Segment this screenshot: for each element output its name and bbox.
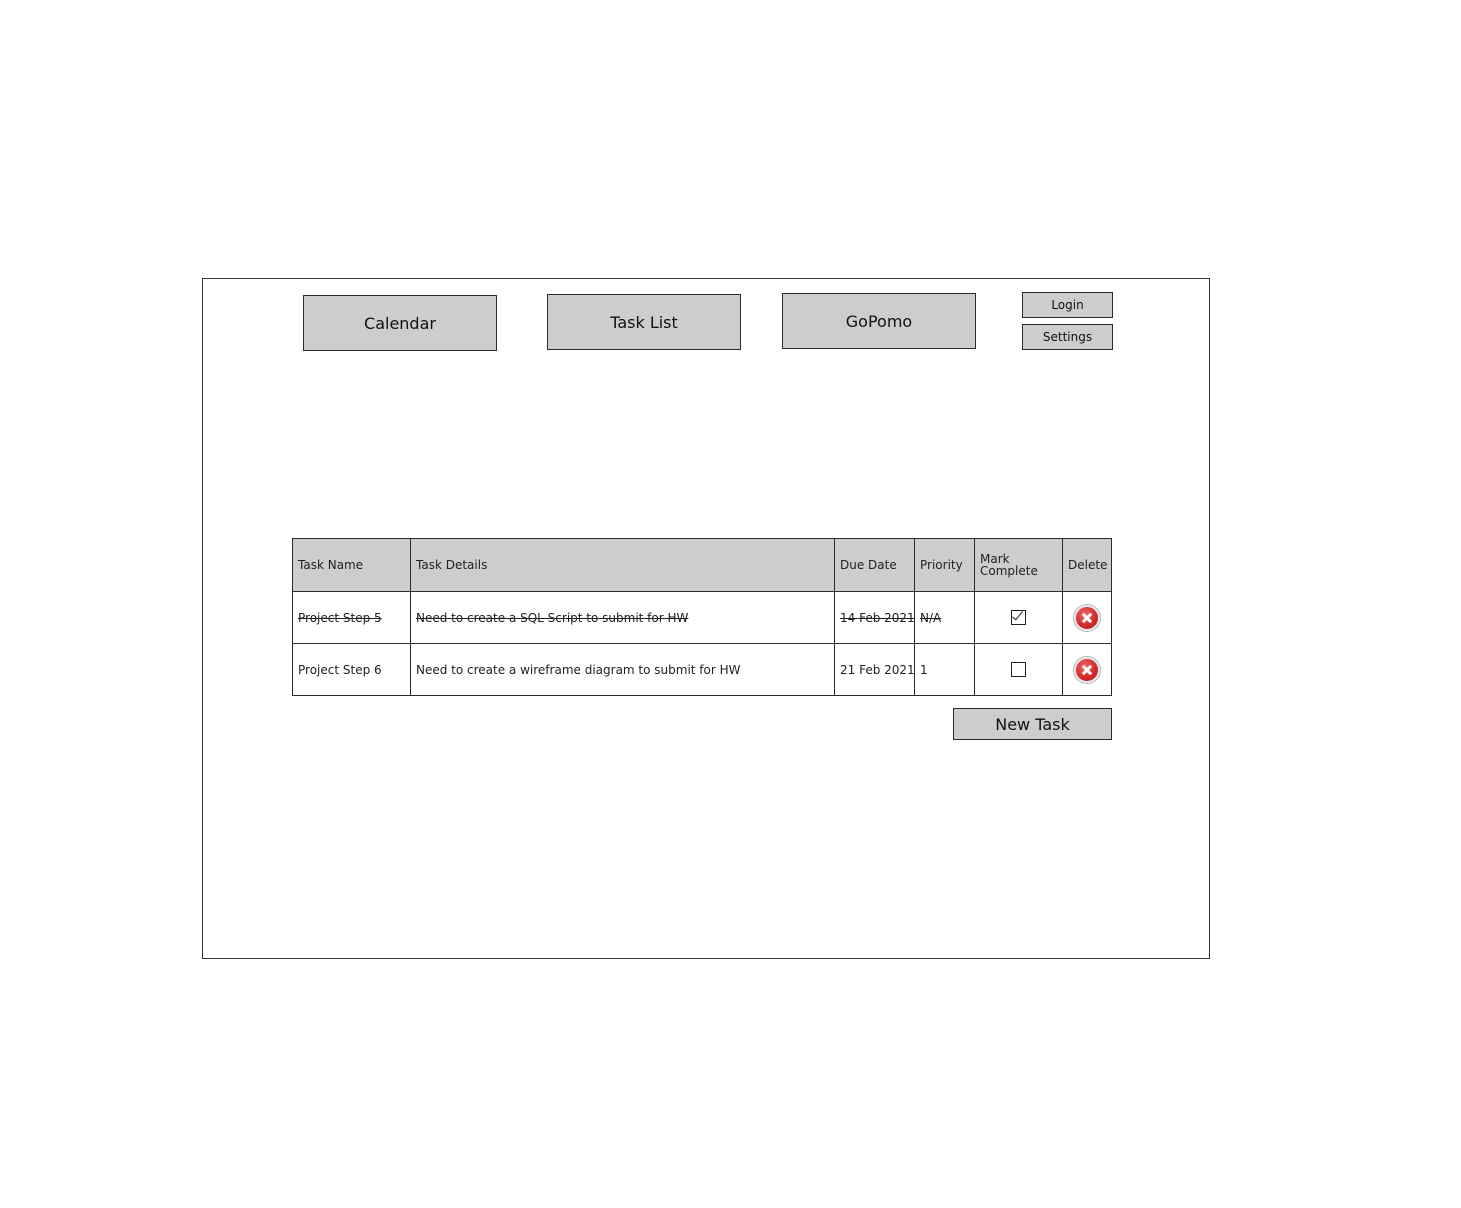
mark-complete-cell [974,591,1063,644]
due-date: 21 Feb 2021 [840,662,915,677]
settings-button[interactable]: Settings [1022,324,1113,350]
delete-circle-x-icon[interactable] [1074,604,1100,631]
header-mark-complete: Mark Complete [974,538,1063,592]
task-details: Need to create a SQL Script to submit fo… [416,610,689,625]
header-delete: Delete [1062,538,1112,592]
delete-circle-x-icon[interactable] [1074,656,1100,683]
login-button[interactable]: Login [1022,292,1113,318]
task-details: Need to create a wireframe diagram to su… [416,662,741,677]
task-name-cell: Project Step 5 [292,591,411,644]
task-name-cell: Project Step 6 [292,643,411,696]
header-priority: Priority [914,538,975,592]
priority: N/A [920,610,942,625]
due-date-cell: 21 Feb 2021 [834,643,915,696]
priority-cell: N/A [914,591,975,644]
gopomo-nav-button[interactable]: GoPomo [782,293,976,349]
calendar-nav-button[interactable]: Calendar [303,295,497,351]
due-date-cell: 14 Feb 2021 [834,591,915,644]
new-task-button[interactable]: New Task [953,708,1112,740]
app-window: Calendar Task List GoPomo Login Settings… [202,278,1210,959]
mark-complete-cell [974,643,1063,696]
task-name: Project Step 5 [298,610,382,625]
table-row: Project Step 5 Need to create a SQL Scri… [292,591,1112,644]
header-task-name: Task Name [292,538,411,592]
task-list-nav-button[interactable]: Task List [547,294,741,350]
delete-cell [1062,643,1112,696]
due-date: 14 Feb 2021 [840,610,915,625]
table-row: Project Step 6 Need to create a wirefram… [292,643,1112,696]
checkbox-unchecked-icon[interactable] [1011,662,1026,677]
checkbox-checked-icon[interactable] [1011,610,1026,625]
task-details-cell: Need to create a wireframe diagram to su… [410,643,835,696]
header-due-date: Due Date [834,538,915,592]
task-details-cell: Need to create a SQL Script to submit fo… [410,591,835,644]
delete-cell [1062,591,1112,644]
header-task-details: Task Details [410,538,835,592]
priority-cell: 1 [914,643,975,696]
priority: 1 [920,662,928,677]
task-table: Task Name Task Details Due Date Priority… [292,538,1112,696]
table-header-row: Task Name Task Details Due Date Priority… [292,538,1112,592]
task-name: Project Step 6 [298,662,382,677]
